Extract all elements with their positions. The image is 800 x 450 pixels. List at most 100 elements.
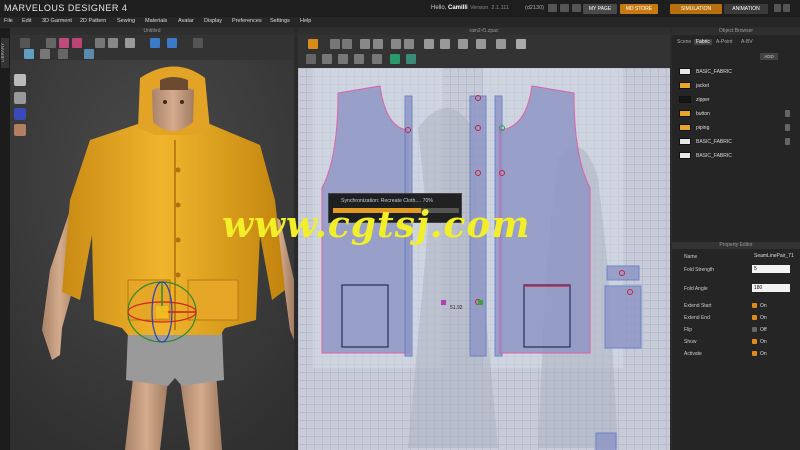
lock-icon[interactable] bbox=[785, 110, 790, 117]
internal-line-icon[interactable] bbox=[391, 39, 401, 49]
menu-file[interactable]: File bbox=[4, 18, 13, 24]
display-mode-icon[interactable] bbox=[40, 49, 50, 59]
avatar-tool-icon[interactable] bbox=[150, 38, 160, 48]
window-minimize-icon[interactable] bbox=[774, 4, 781, 12]
pin-2d-icon[interactable] bbox=[306, 54, 316, 64]
md-store-button[interactable]: MD STORE bbox=[620, 4, 658, 14]
transform-tool-icon[interactable] bbox=[46, 38, 56, 48]
fold-tool-icon[interactable] bbox=[72, 38, 82, 48]
segment-sewing-icon[interactable] bbox=[476, 39, 486, 49]
prop-label: Fold Strength bbox=[684, 267, 715, 273]
select-pattern-icon[interactable] bbox=[330, 39, 340, 49]
user-name[interactable]: Camilli bbox=[448, 5, 468, 11]
avatar-back-icon[interactable] bbox=[14, 92, 26, 104]
circle-icon[interactable] bbox=[424, 39, 434, 49]
dart-icon[interactable] bbox=[404, 39, 414, 49]
ellipse-icon[interactable] bbox=[440, 39, 450, 49]
fabric-item[interactable]: zipper bbox=[676, 94, 794, 106]
texture-icon[interactable] bbox=[24, 49, 34, 59]
measure-tool-icon[interactable] bbox=[167, 38, 177, 48]
restore-icon[interactable] bbox=[560, 4, 569, 12]
menu-2d-pattern[interactable]: 2D Pattern bbox=[80, 18, 106, 24]
topstitch-icon[interactable] bbox=[322, 54, 332, 64]
tab-fabric[interactable]: Fabric bbox=[694, 39, 712, 45]
prop-name-value[interactable]: SeamLinePair_71 bbox=[752, 252, 794, 260]
extend-end-checkbox[interactable] bbox=[752, 315, 757, 320]
lock-icon[interactable] bbox=[785, 138, 790, 145]
library-tab[interactable]: LIBRARY bbox=[0, 38, 9, 68]
screenshot-icon[interactable] bbox=[84, 49, 94, 59]
select-tool-icon[interactable] bbox=[20, 38, 30, 48]
view2d-canvas[interactable]: 51.92 bbox=[298, 68, 670, 450]
fabric-swatch bbox=[679, 110, 691, 117]
menu-display[interactable]: Display bbox=[204, 18, 222, 24]
fabric-item[interactable]: jacket bbox=[676, 80, 794, 92]
fabric-name: BASIC_FABRIC bbox=[696, 153, 732, 159]
close-icon[interactable] bbox=[572, 4, 581, 12]
arrange-tool-icon[interactable] bbox=[193, 38, 203, 48]
menu-avatar[interactable]: Avatar bbox=[178, 18, 194, 24]
fold-angle-input[interactable]: 180 bbox=[752, 284, 790, 292]
toggle-value: On bbox=[760, 351, 767, 357]
notch-icon[interactable] bbox=[372, 54, 382, 64]
texture-2d-icon[interactable] bbox=[390, 54, 400, 64]
menu-edit[interactable]: Edit bbox=[22, 18, 31, 24]
lock-icon[interactable] bbox=[785, 124, 790, 131]
polygon-icon[interactable] bbox=[360, 39, 370, 49]
fold-arrangement-icon[interactable] bbox=[516, 39, 526, 49]
menu-3d-garment[interactable]: 3D Garment bbox=[42, 18, 72, 24]
my-page-button[interactable]: MY PAGE bbox=[583, 4, 617, 14]
extend-start-checkbox[interactable] bbox=[752, 303, 757, 308]
tab-a-bv[interactable]: A-BV bbox=[741, 39, 753, 45]
tab-scene[interactable]: Scene bbox=[677, 39, 691, 45]
minimize-icon[interactable] bbox=[548, 4, 557, 12]
fold-strength-input[interactable]: 5 bbox=[752, 265, 790, 273]
fabric-item[interactable]: piping bbox=[676, 122, 794, 134]
greeting-text: Hello, bbox=[431, 5, 447, 11]
pin-tool-icon[interactable] bbox=[95, 38, 105, 48]
garment-tool-icon[interactable] bbox=[59, 38, 69, 48]
edit-pattern-icon[interactable] bbox=[342, 39, 352, 49]
prop-label: Activate bbox=[684, 351, 702, 357]
seam-icon[interactable] bbox=[458, 39, 468, 49]
view2d-title: rain2-f1.zpac bbox=[298, 28, 670, 35]
tab-a-point[interactable]: A-Point bbox=[716, 39, 732, 45]
menu-sewing[interactable]: Sewing bbox=[117, 18, 135, 24]
avatar-skin-icon[interactable] bbox=[14, 124, 26, 136]
fabric-swatch bbox=[679, 124, 691, 131]
trace-icon[interactable] bbox=[354, 54, 364, 64]
shader-icon[interactable] bbox=[14, 108, 26, 120]
show-checkbox[interactable] bbox=[752, 339, 757, 344]
simulation-button[interactable]: SIMULATION bbox=[670, 4, 722, 14]
menu-bar: File Edit 3D Garment 2D Pattern Sewing M… bbox=[0, 17, 800, 27]
window-close-icon[interactable] bbox=[783, 4, 790, 12]
rectangle-icon[interactable] bbox=[373, 39, 383, 49]
avatar-front-icon[interactable] bbox=[14, 74, 26, 86]
flip-checkbox[interactable] bbox=[752, 327, 757, 332]
menu-materials[interactable]: Materials bbox=[145, 18, 167, 24]
user-greeting: Hello, Camilli bbox=[431, 5, 468, 11]
menu-settings[interactable]: Settings bbox=[270, 18, 290, 24]
menu-help[interactable]: Help bbox=[300, 18, 311, 24]
view3d-canvas[interactable] bbox=[10, 60, 294, 450]
symmetry-icon[interactable] bbox=[338, 54, 348, 64]
sync-icon[interactable] bbox=[308, 39, 318, 49]
add-fabric-button[interactable]: ADD bbox=[760, 53, 778, 60]
grain-icon[interactable] bbox=[406, 54, 416, 64]
mesh-icon[interactable] bbox=[58, 49, 68, 59]
tack-tool-icon[interactable] bbox=[125, 38, 135, 48]
fabric-item[interactable]: BASIC_FABRIC bbox=[676, 150, 794, 162]
free-sewing-icon[interactable] bbox=[496, 39, 506, 49]
measure-label: 51.92 bbox=[450, 305, 463, 311]
animation-button[interactable]: ANIMATION bbox=[724, 4, 768, 14]
fabric-item[interactable]: BASIC_FABRIC bbox=[676, 66, 794, 78]
fabric-item[interactable]: button bbox=[676, 108, 794, 120]
activate-checkbox[interactable] bbox=[752, 351, 757, 356]
menu-preferences[interactable]: Preferences bbox=[232, 18, 262, 24]
version-number: 2.1.111 bbox=[491, 5, 509, 11]
fabric-name: button bbox=[696, 111, 710, 117]
fabric-item[interactable]: BASIC_FABRIC bbox=[676, 136, 794, 148]
prop-label: Flip bbox=[684, 327, 693, 333]
library-strip: LIBRARY bbox=[0, 28, 10, 450]
brush-tool-icon[interactable] bbox=[108, 38, 118, 48]
